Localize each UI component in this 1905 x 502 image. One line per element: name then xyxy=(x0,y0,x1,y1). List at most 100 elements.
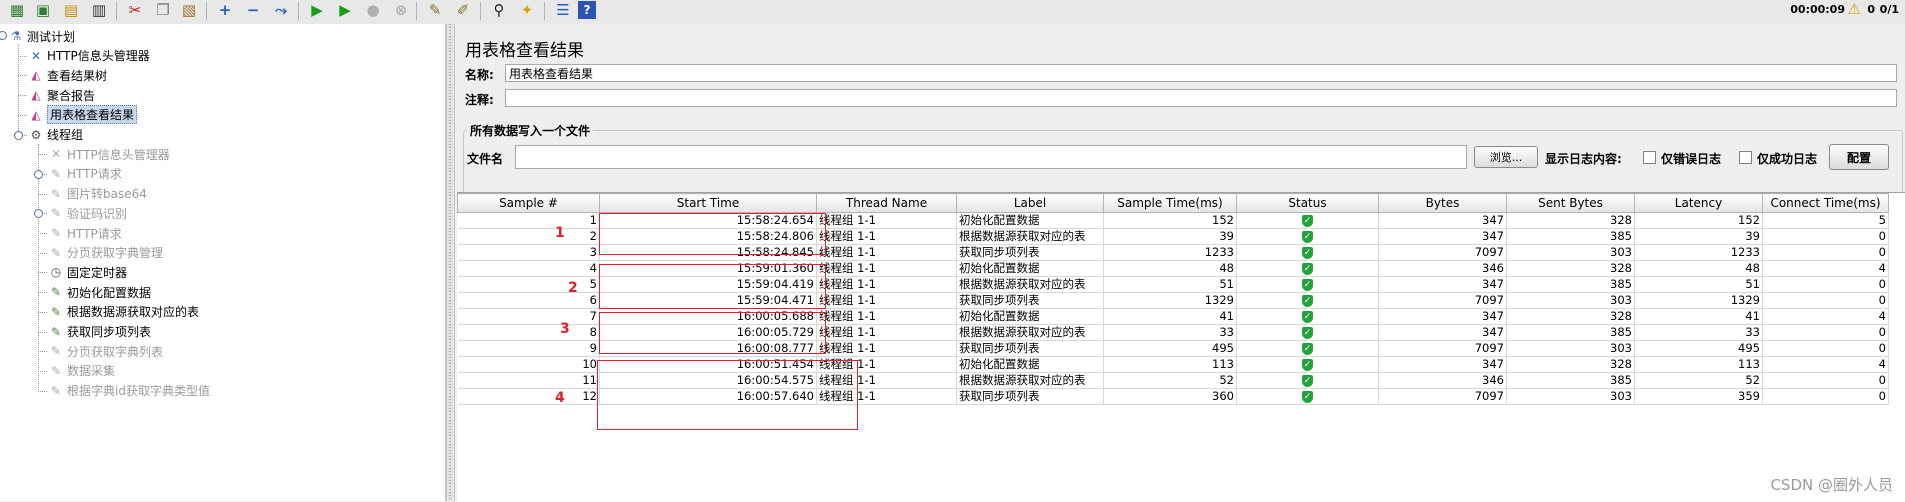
stop-icon[interactable]: ● xyxy=(360,0,386,20)
column-header[interactable]: Sample # xyxy=(457,193,600,213)
filename-input[interactable] xyxy=(515,145,1467,169)
table-cell: 0 xyxy=(1762,372,1889,389)
column-header[interactable]: Connect Time(ms) xyxy=(1762,193,1889,213)
tree-toggle[interactable] xyxy=(14,130,23,140)
table-cell: 4 xyxy=(1762,356,1889,373)
tree-node[interactable]: ✎ HTTP请求 xyxy=(48,224,122,242)
errors-only-label: 仅错误日志 xyxy=(1661,152,1722,166)
table-cell: 初始化配置数据 xyxy=(956,356,1104,373)
success-only-checkbox[interactable] xyxy=(1739,151,1752,164)
table-cell: 初始化配置数据 xyxy=(956,260,1104,277)
tree-connector xyxy=(18,114,27,117)
test-plan-tree: ⚗ 测试计划 ✕ HTTP信息头管理器 ◭ 查看结果树 ◭ 聚合报告 ◭ 用表格查看结果 ⚙ 线程组 ✕… xyxy=(0,24,446,501)
column-header[interactable]: Bytes xyxy=(1378,193,1507,213)
tree-toggle[interactable] xyxy=(0,31,7,40)
table-cell: 328 xyxy=(1506,356,1635,373)
table-cell: 346 xyxy=(1378,372,1507,389)
open-icon[interactable]: ▤ xyxy=(58,0,84,20)
table-cell: 495 xyxy=(1634,340,1763,357)
column-header[interactable]: Start Time xyxy=(599,193,817,213)
tree-node[interactable]: ✎ 分页获取字典管理 xyxy=(48,244,163,262)
tree-node[interactable]: ✎ HTTP请求 xyxy=(48,165,122,183)
table-cell: 152 xyxy=(1634,212,1763,229)
configure-button[interactable]: 配置 xyxy=(1829,144,1889,170)
table-cell: 2 xyxy=(457,228,600,245)
success-shield-icon: ✓ xyxy=(1302,390,1313,403)
tree-node[interactable]: ✎ 验证码识别 xyxy=(48,204,127,222)
table-cell: 385 xyxy=(1506,276,1635,293)
table-cell: 347 xyxy=(1378,308,1507,325)
pen-icon: ✎ xyxy=(50,166,62,181)
templates-icon[interactable]: ▣ xyxy=(30,0,56,20)
tree-node-label: 聚合报告 xyxy=(47,88,96,103)
errors-only-checkbox[interactable] xyxy=(1643,151,1656,164)
table-cell: 328 xyxy=(1506,308,1635,325)
start-no-pause-icon[interactable]: ▶ xyxy=(332,0,358,20)
column-header[interactable]: Latency xyxy=(1634,193,1763,213)
tree-toggle[interactable] xyxy=(34,209,43,219)
collapse-icon[interactable]: − xyxy=(240,0,266,20)
toolbar-divider xyxy=(480,2,481,20)
table-cell: 10 xyxy=(457,356,600,373)
table-cell: 1329 xyxy=(1634,292,1763,309)
table-cell: 113 xyxy=(1103,356,1237,373)
tree-node[interactable]: ✎ 图片转base64 xyxy=(48,185,147,203)
tree-toggle[interactable] xyxy=(34,169,43,179)
annotation-number-3: 3 xyxy=(560,321,570,337)
new-icon[interactable]: ▦ xyxy=(4,0,30,20)
tree-node[interactable]: ✎ 获取同步项列表 xyxy=(48,323,151,341)
toolbar-divider xyxy=(116,2,117,20)
shutdown-icon[interactable]: ⊗ xyxy=(388,0,414,20)
start-icon[interactable]: ▶ xyxy=(304,0,330,20)
split-pane-divider[interactable] xyxy=(446,24,455,501)
success-only-label: 仅成功日志 xyxy=(1757,152,1818,166)
cut-icon[interactable]: ✂ xyxy=(122,0,148,20)
paste-icon[interactable]: ▧ xyxy=(176,0,202,20)
warning-icon[interactable]: ⚠ xyxy=(1848,0,1861,18)
table-cell: 1233 xyxy=(1634,244,1763,261)
tree-node[interactable]: ⚗ 测试计划 xyxy=(8,27,75,45)
tree-node[interactable]: ◭ 聚合报告 xyxy=(28,86,95,104)
pen-icon: ✎ xyxy=(50,324,62,339)
tree-node[interactable]: ✕ HTTP信息头管理器 xyxy=(48,145,170,163)
tree-node[interactable]: ✎ 数据采集 xyxy=(48,362,115,380)
success-shield-icon: ✓ xyxy=(1302,374,1313,387)
tree-node[interactable]: ◭ 查看结果树 xyxy=(28,66,107,84)
column-header[interactable]: Sent Bytes xyxy=(1506,193,1635,213)
comment-field[interactable] xyxy=(505,89,1897,107)
tree-node[interactable]: ◭ 用表格查看结果 xyxy=(28,105,138,125)
tree-node[interactable]: ⚙ 线程组 xyxy=(28,126,83,144)
function-helper-icon[interactable]: ☰ xyxy=(550,0,576,20)
table-cell: 328 xyxy=(1506,260,1635,277)
clear-icon[interactable]: ✎ xyxy=(422,0,448,20)
reset-search-icon[interactable]: ✦ xyxy=(514,0,540,20)
status-cell: ✓ xyxy=(1236,372,1379,389)
table-cell: 根据数据源获取对应的表 xyxy=(956,324,1104,341)
tree-node[interactable]: ✎ 根据字典id获取字典类型值 xyxy=(48,382,210,400)
tree-connector xyxy=(38,272,47,274)
column-header[interactable]: Label xyxy=(956,193,1104,213)
tree-node-label: HTTP请求 xyxy=(67,226,122,241)
tree-connector xyxy=(38,143,40,392)
copy-icon[interactable]: ❐ xyxy=(150,0,176,20)
expand-icon[interactable]: + xyxy=(212,0,238,20)
column-header[interactable]: Thread Name xyxy=(816,193,957,213)
tree-node[interactable]: ◷ 固定定时器 xyxy=(48,263,127,281)
toggle-icon[interactable]: ⤳ xyxy=(268,0,294,20)
browse-button[interactable]: 浏览... xyxy=(1474,146,1538,168)
tree-node[interactable]: ✎ 分页获取字典列表 xyxy=(48,342,163,360)
help-icon[interactable]: ? xyxy=(578,1,596,19)
column-header[interactable]: Status xyxy=(1236,193,1379,213)
tree-node[interactable]: ✎ 初始化配置数据 xyxy=(48,283,151,301)
name-field[interactable]: 用表格查看结果 xyxy=(505,64,1897,82)
save-icon[interactable]: ▥ xyxy=(86,0,112,20)
table-cell: 113 xyxy=(1634,356,1763,373)
annotation-number-4: 4 xyxy=(555,390,565,406)
column-header[interactable]: Sample Time(ms) xyxy=(1103,193,1237,213)
search-icon[interactable]: ⚲ xyxy=(486,0,512,20)
annotation-box-4 xyxy=(597,360,858,430)
clear-all-icon[interactable]: ✐ xyxy=(450,0,476,20)
tree-node[interactable]: ✕ HTTP信息头管理器 xyxy=(28,47,150,65)
tree-node[interactable]: ✎ 根据数据源获取对应的表 xyxy=(48,303,199,321)
table-cell: 1329 xyxy=(1103,292,1237,309)
